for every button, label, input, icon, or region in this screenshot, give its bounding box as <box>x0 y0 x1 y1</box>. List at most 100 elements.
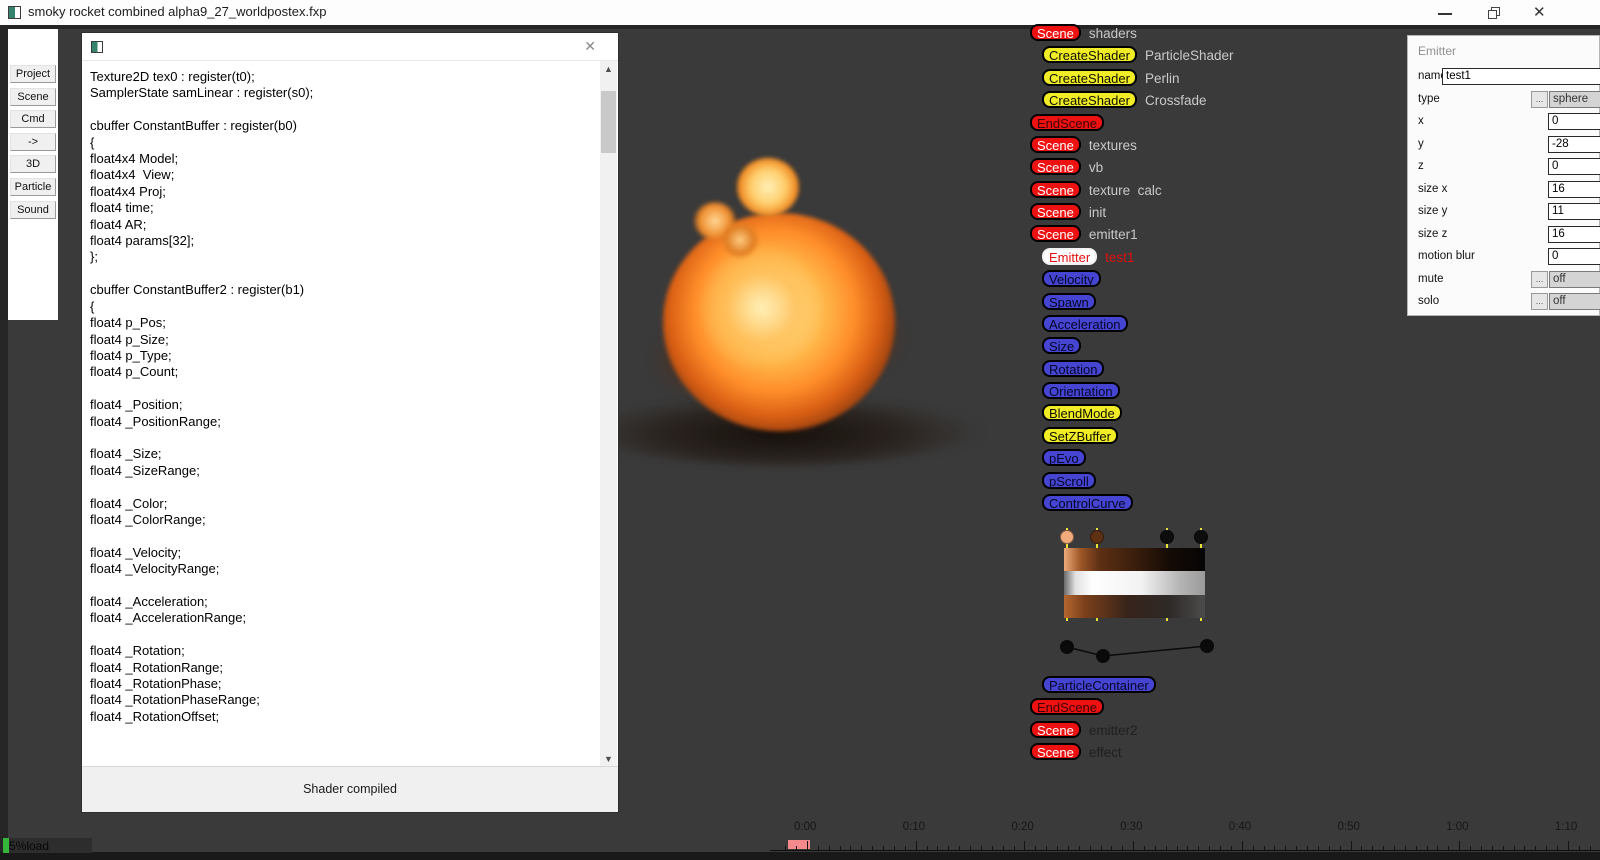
inspector-input-name[interactable]: test1 <box>1442 68 1600 85</box>
inspector-input-motion-blur[interactable]: 0 <box>1548 248 1600 265</box>
curve-point-0[interactable] <box>1060 640 1074 654</box>
gradient-handle-2[interactable] <box>1160 530 1174 544</box>
node-badge-scene[interactable]: Scene <box>1030 743 1081 761</box>
node-badge-endscene[interactable]: EndScene <box>1030 698 1104 716</box>
inspector-value-type[interactable]: sphere <box>1549 90 1600 108</box>
scroll-down-icon[interactable]: ▼ <box>600 751 617 767</box>
scroll-up-icon[interactable]: ▲ <box>600 61 617 77</box>
sidebar-button-cmd[interactable]: Cmd <box>10 110 56 129</box>
code-line: cbuffer ConstantBuffer : register(b0) <box>90 118 297 134</box>
inspector-input-x[interactable]: 0 <box>1548 113 1600 130</box>
node-badge-scene[interactable]: Scene <box>1030 720 1081 738</box>
node-badge-rotation[interactable]: Rotation <box>1042 359 1105 377</box>
inspector-input-y[interactable]: -28 <box>1548 135 1600 153</box>
code-line: float4 _Velocity; <box>90 544 182 560</box>
curve-point-2[interactable] <box>1200 639 1214 653</box>
node-badge-blendmode[interactable]: BlendMode <box>1042 404 1122 422</box>
restore-button-front[interactable] <box>1488 10 1497 19</box>
inspector-picker-button-type[interactable]: ... <box>1531 90 1548 108</box>
inspector-picker-button-mute[interactable]: ... <box>1531 270 1548 288</box>
timeline-minor-tick <box>1263 846 1265 850</box>
inspector-input-size-y[interactable]: 11 <box>1548 203 1600 220</box>
code-line: float4 _RotationOffset; <box>90 708 220 724</box>
node-badge-emitter[interactable]: Emitter <box>1042 247 1098 265</box>
node-badge-pevo[interactable]: pEvo <box>1042 449 1086 467</box>
node-badge-size[interactable]: Size <box>1042 337 1082 355</box>
node-badge-scene[interactable]: Scene <box>1030 203 1081 221</box>
node-badge-endscene[interactable]: EndScene <box>1030 113 1104 131</box>
inspector-input-z[interactable]: 0 <box>1548 158 1600 175</box>
node-badge-acceleration[interactable]: Acceleration <box>1042 314 1128 332</box>
node-badge-createshader[interactable]: CreateShader <box>1042 91 1137 109</box>
close-icon[interactable]: ✕ <box>1533 3 1546 21</box>
code-line: float4x4 View; <box>90 167 175 183</box>
node-badge-scene[interactable]: Scene <box>1030 225 1081 243</box>
scrollbar-thumb[interactable] <box>601 91 616 153</box>
inspector-value-mute[interactable]: off <box>1549 270 1600 288</box>
timeline-minor-tick <box>926 846 928 850</box>
timeline-minor-tick <box>1361 846 1363 850</box>
shader-editor-close-icon[interactable]: ✕ <box>584 38 596 55</box>
node-badge-createshader[interactable]: CreateShader <box>1042 68 1137 86</box>
timeline-minor-tick <box>1165 846 1167 850</box>
fire-blob <box>722 223 758 257</box>
inspector-label-solo: solo <box>1418 295 1440 307</box>
code-line: float4 _Size; <box>90 446 162 462</box>
gradient-handle-1[interactable] <box>1090 530 1104 544</box>
node-badge-scene[interactable]: Scene <box>1030 24 1081 41</box>
shader-editor-titlebar[interactable]: ✕ <box>82 33 618 61</box>
inspector-input-size-z[interactable]: 16 <box>1548 225 1600 243</box>
tree-row-pevo: pEvo <box>1042 449 1086 469</box>
timeline-minor-tick <box>1491 846 1493 850</box>
inspector-value-solo[interactable]: off <box>1549 293 1600 310</box>
node-label: test1 <box>1105 249 1135 265</box>
node-badge-scene[interactable]: Scene <box>1030 158 1081 176</box>
timeline-label-1-10: 1:10 <box>1554 821 1578 833</box>
timeline-minor-tick <box>1252 846 1254 850</box>
editor-scrollbar[interactable]: ▲ ▼ <box>600 61 617 767</box>
fire-blob <box>737 158 799 216</box>
timeline-minor-tick <box>1470 846 1472 850</box>
timeline-minor-tick <box>959 846 961 850</box>
gradient-handle-0[interactable] <box>1060 530 1074 544</box>
node-badge-createshader[interactable]: CreateShader <box>1042 46 1137 64</box>
node-badge-controlcurve[interactable]: ControlCurve <box>1042 493 1133 511</box>
timeline-minor-tick <box>1002 846 1004 850</box>
node-badge-pscroll[interactable]: pScroll <box>1042 471 1096 489</box>
gradient-handle-3[interactable] <box>1194 530 1208 544</box>
tree-row-orientation: Orientation <box>1042 382 1120 402</box>
control-curve-canvas[interactable] <box>1035 626 1225 668</box>
node-badge-scene[interactable]: Scene <box>1030 180 1081 198</box>
inspector-label-type: type <box>1418 92 1440 105</box>
sidebar-button-scene[interactable]: Scene <box>10 87 56 106</box>
minimize-button[interactable] <box>1438 13 1452 15</box>
timeline-minor-tick <box>1372 846 1374 850</box>
sidebar-button-project[interactable]: Project <box>10 65 56 83</box>
node-badge-velocity[interactable]: Velocity <box>1042 270 1101 288</box>
timeline-minor-tick <box>839 846 841 850</box>
sidebar-button-arrow[interactable]: -> <box>10 132 56 151</box>
node-badge-orientation[interactable]: Orientation <box>1042 382 1120 400</box>
timeline-minor-tick <box>1557 846 1559 850</box>
compile-status: Shader compiled <box>82 766 618 812</box>
timeline-minor-tick <box>1415 846 1417 850</box>
shader-code-editor[interactable]: Texture2D tex0 : register(t0); SamplerSta… <box>83 61 600 767</box>
timeline-major-tick <box>1567 841 1569 850</box>
node-badge-setzbuffer[interactable]: SetZBuffer <box>1042 426 1118 444</box>
timeline-label-0-20: 0:20 <box>1011 821 1034 833</box>
inspector-panel: Emitter name test1 type... sphere x 0 y -28 z 0 si… <box>1407 35 1600 316</box>
sidebar-button-particle[interactable]: Particle <box>10 178 56 196</box>
inspector-input-size-x[interactable]: 16 <box>1548 180 1600 198</box>
node-badge-scene[interactable]: Scene <box>1030 135 1081 153</box>
inspector-picker-button-solo[interactable]: ... <box>1531 293 1548 310</box>
timeline-ruler-line[interactable] <box>770 850 1600 851</box>
curve-point-1[interactable] <box>1096 649 1110 663</box>
code-line: float4 _SizeRange; <box>90 462 200 478</box>
node-badge-particlecontainer[interactable]: ParticleContainer <box>1042 676 1156 693</box>
tree-row-emitter-test1: Emitter test1 <box>1042 247 1135 268</box>
node-badge-spawn[interactable]: Spawn <box>1042 292 1096 310</box>
sidebar-button-sound[interactable]: Sound <box>10 200 56 219</box>
sidebar-button-3d[interactable]: 3D <box>10 155 56 174</box>
left-edge-strip <box>0 29 8 860</box>
